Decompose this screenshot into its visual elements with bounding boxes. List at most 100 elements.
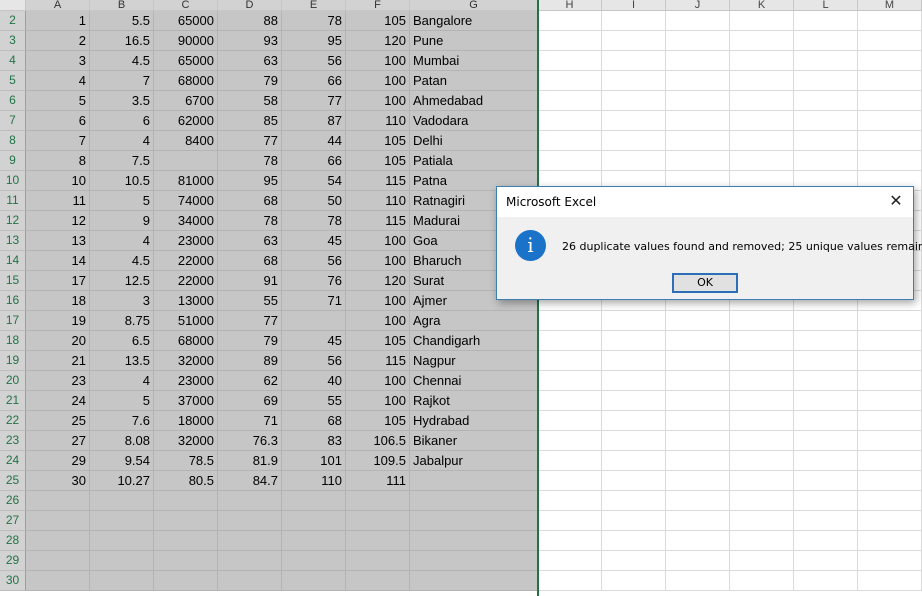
cell-f3[interactable]: 120 [346,31,410,51]
cell-i9[interactable] [602,151,666,171]
cell-h5[interactable] [538,71,602,91]
cell-m24[interactable] [858,451,922,471]
cell-b2[interactable]: 5.5 [90,11,154,31]
cell-l17[interactable] [794,311,858,331]
cell-e23[interactable]: 83 [282,431,346,451]
cell-j23[interactable] [666,431,730,451]
cell-l2[interactable] [794,11,858,31]
row-header[interactable]: 25 [0,471,26,491]
cell-f22[interactable]: 105 [346,411,410,431]
cell-g7[interactable]: Vadodara [410,111,538,131]
cell-e5[interactable]: 66 [282,71,346,91]
cell-i3[interactable] [602,31,666,51]
cell-l22[interactable] [794,411,858,431]
cell-l24[interactable] [794,451,858,471]
cell-g24[interactable]: Jabalpur [410,451,538,471]
cell-f17[interactable]: 100 [346,311,410,331]
cell-f18[interactable]: 105 [346,331,410,351]
cell-b11[interactable]: 5 [90,191,154,211]
cell-g5[interactable]: Patan [410,71,538,91]
cell-d15[interactable]: 91 [218,271,282,291]
cell-a29[interactable] [26,551,90,571]
column-header-m[interactable]: M [858,0,922,11]
cell-h30[interactable] [538,571,602,591]
cell-e20[interactable]: 40 [282,371,346,391]
cell-d10[interactable]: 95 [218,171,282,191]
cell-f2[interactable]: 105 [346,11,410,31]
cell-h29[interactable] [538,551,602,571]
cell-c3[interactable]: 90000 [154,31,218,51]
cell-i20[interactable] [602,371,666,391]
cell-b27[interactable] [90,511,154,531]
cell-c9[interactable] [154,151,218,171]
cell-h20[interactable] [538,371,602,391]
cell-a7[interactable]: 6 [26,111,90,131]
cell-g29[interactable] [410,551,538,571]
cell-m3[interactable] [858,31,922,51]
cell-b4[interactable]: 4.5 [90,51,154,71]
cell-g22[interactable]: Hydrabad [410,411,538,431]
cell-k22[interactable] [730,411,794,431]
cell-m2[interactable] [858,11,922,31]
cell-h23[interactable] [538,431,602,451]
cell-h19[interactable] [538,351,602,371]
cell-i22[interactable] [602,411,666,431]
row-header[interactable]: 17 [0,311,26,331]
row-header[interactable]: 24 [0,451,26,471]
cell-e13[interactable]: 45 [282,231,346,251]
cell-g3[interactable]: Pune [410,31,538,51]
cell-k17[interactable] [730,311,794,331]
cell-g8[interactable]: Delhi [410,131,538,151]
cell-f29[interactable] [346,551,410,571]
cell-j19[interactable] [666,351,730,371]
cell-l30[interactable] [794,571,858,591]
cell-a13[interactable]: 13 [26,231,90,251]
row-header[interactable]: 3 [0,31,26,51]
cell-a21[interactable]: 24 [26,391,90,411]
cell-g19[interactable]: Nagpur [410,351,538,371]
cell-m30[interactable] [858,571,922,591]
cell-a6[interactable]: 5 [26,91,90,111]
cell-k5[interactable] [730,71,794,91]
cell-h25[interactable] [538,471,602,491]
cell-f27[interactable] [346,511,410,531]
cell-f19[interactable]: 115 [346,351,410,371]
cell-g23[interactable]: Bikaner [410,431,538,451]
cell-m22[interactable] [858,411,922,431]
cell-b23[interactable]: 8.08 [90,431,154,451]
cell-d5[interactable]: 79 [218,71,282,91]
cell-d24[interactable]: 81.9 [218,451,282,471]
cell-j3[interactable] [666,31,730,51]
row-header[interactable]: 23 [0,431,26,451]
cell-d6[interactable]: 58 [218,91,282,111]
cell-l25[interactable] [794,471,858,491]
cell-c16[interactable]: 13000 [154,291,218,311]
cell-l29[interactable] [794,551,858,571]
row-header[interactable]: 18 [0,331,26,351]
select-all-corner[interactable] [0,0,26,11]
cell-d16[interactable]: 55 [218,291,282,311]
cell-h3[interactable] [538,31,602,51]
column-header-h[interactable]: H [538,0,602,11]
cell-g4[interactable]: Mumbai [410,51,538,71]
row-header[interactable]: 19 [0,351,26,371]
cell-m28[interactable] [858,531,922,551]
cell-d29[interactable] [218,551,282,571]
cell-f16[interactable]: 100 [346,291,410,311]
cell-f12[interactable]: 115 [346,211,410,231]
cell-a5[interactable]: 4 [26,71,90,91]
cell-a2[interactable]: 1 [26,11,90,31]
cell-i2[interactable] [602,11,666,31]
cell-a20[interactable]: 23 [26,371,90,391]
cell-j4[interactable] [666,51,730,71]
cell-d25[interactable]: 84.7 [218,471,282,491]
cell-d20[interactable]: 62 [218,371,282,391]
cell-c6[interactable]: 6700 [154,91,218,111]
cell-c22[interactable]: 18000 [154,411,218,431]
cell-f25[interactable]: 111 [346,471,410,491]
cell-i27[interactable] [602,511,666,531]
cell-h22[interactable] [538,411,602,431]
cell-e16[interactable]: 71 [282,291,346,311]
cell-b19[interactable]: 13.5 [90,351,154,371]
cell-g18[interactable]: Chandigarh [410,331,538,351]
